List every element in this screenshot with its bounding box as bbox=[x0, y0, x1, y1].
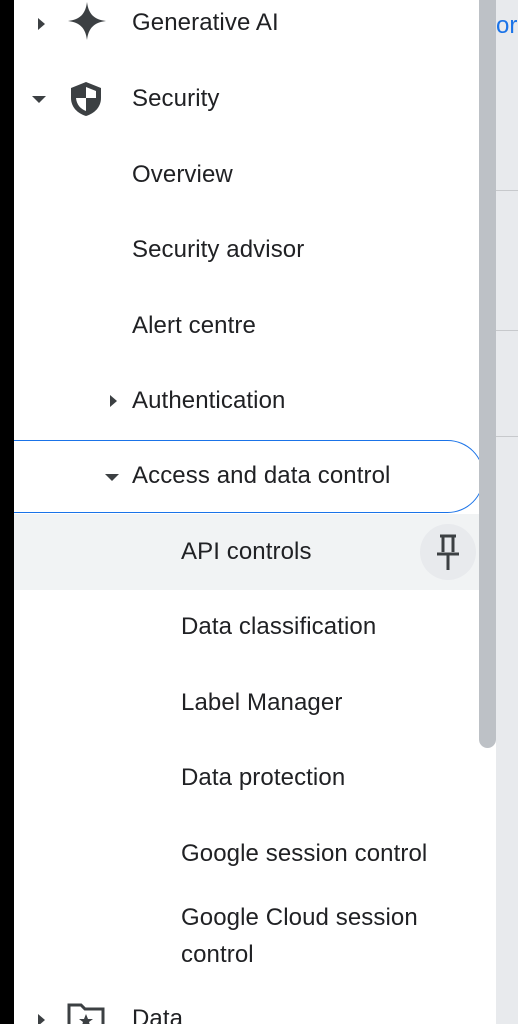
nav-label: Data protection bbox=[181, 764, 346, 791]
nav-label: API controls bbox=[181, 538, 312, 565]
nav-item-label-manager[interactable]: Label Manager bbox=[14, 665, 496, 740]
edge-divider bbox=[496, 190, 518, 191]
nav-label: Access and data control bbox=[132, 462, 391, 489]
nav-item-data-protection[interactable]: Data protection bbox=[14, 741, 496, 816]
nav-item-access-data-control[interactable]: Access and data control bbox=[14, 439, 496, 514]
pin-icon bbox=[437, 534, 459, 570]
nav-label: Data bbox=[132, 1005, 184, 1024]
edge-link-text[interactable]: ore bbox=[496, 12, 518, 40]
nav-label: Authentication bbox=[132, 387, 286, 414]
folder-star-icon bbox=[67, 1003, 105, 1024]
admin-nav-panel: Generative AI Security Overview Security… bbox=[14, 0, 496, 1024]
collapse-caret-icon[interactable] bbox=[32, 96, 46, 103]
nav-label: Security advisor bbox=[132, 236, 305, 263]
nav-item-security-advisor[interactable]: Security advisor bbox=[14, 212, 496, 287]
nav-label: Alert centre bbox=[132, 312, 256, 339]
scrollbar-thumb[interactable] bbox=[479, 0, 496, 748]
background-page-edge bbox=[496, 0, 518, 1024]
nav-label: Label Manager bbox=[181, 689, 343, 716]
nav-item-data[interactable]: Data bbox=[14, 980, 496, 1024]
nav-label-line2: control bbox=[181, 941, 254, 968]
nav-item-security[interactable]: Security bbox=[14, 61, 496, 136]
sparkle-icon bbox=[68, 2, 106, 40]
nav-label: Google session control bbox=[181, 840, 428, 867]
shield-icon bbox=[71, 82, 101, 116]
nav-item-google-cloud-session-control[interactable]: Google Cloud session control bbox=[14, 892, 496, 980]
pin-button[interactable] bbox=[420, 524, 476, 580]
nav-item-overview[interactable]: Overview bbox=[14, 137, 496, 212]
edge-divider bbox=[496, 436, 518, 437]
edge-divider bbox=[496, 330, 518, 331]
nav-item-google-session-control[interactable]: Google session control bbox=[14, 816, 496, 891]
expand-caret-icon[interactable] bbox=[110, 395, 117, 407]
nav-label-line1: Google Cloud session bbox=[181, 904, 418, 931]
nav-label: Data classification bbox=[181, 613, 377, 640]
nav-item-authentication[interactable]: Authentication bbox=[14, 363, 496, 438]
nav-item-generative-ai[interactable]: Generative AI bbox=[14, 0, 496, 61]
collapse-caret-icon[interactable] bbox=[105, 474, 119, 481]
nav-label: Security bbox=[132, 85, 220, 112]
nav-label: Generative AI bbox=[132, 9, 279, 36]
expand-caret-icon[interactable] bbox=[38, 18, 45, 30]
nav-item-alert-centre[interactable]: Alert centre bbox=[14, 288, 496, 363]
expand-caret-icon[interactable] bbox=[38, 1014, 45, 1024]
nav-label: Overview bbox=[132, 161, 233, 188]
nav-item-data-classification[interactable]: Data classification bbox=[14, 590, 496, 665]
